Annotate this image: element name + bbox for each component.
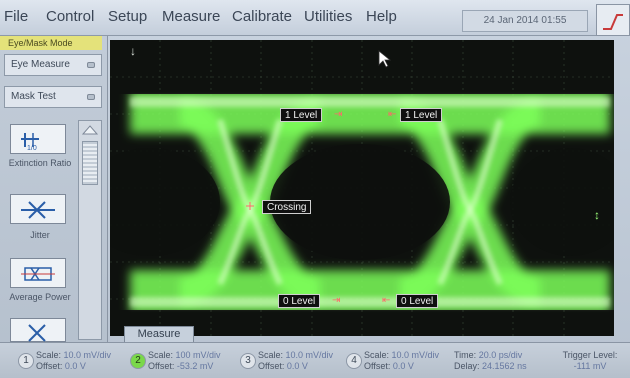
svg-text:1/0: 1/0 bbox=[27, 145, 37, 151]
channel-4-scale: 10.0 mV/div bbox=[391, 350, 440, 360]
menu-bar: File Control Setup Measure Calibrate Uti… bbox=[0, 0, 630, 36]
eye-mask-mode-tab[interactable]: Eye/Mask Mode bbox=[0, 36, 102, 50]
channel-3-badge: 3 bbox=[240, 353, 256, 369]
channel-3-settings[interactable]: 3 Scale: 10.0 mV/div Offset: 0.0 V bbox=[240, 347, 350, 375]
jitter-label: Jitter bbox=[30, 230, 50, 240]
channel-2-badge: 2 bbox=[130, 353, 146, 369]
indicator-led-icon bbox=[87, 62, 95, 68]
average-power-icon bbox=[21, 267, 55, 281]
waveform-shortcut-button[interactable] bbox=[596, 4, 630, 36]
measure-tab[interactable]: Measure bbox=[124, 326, 194, 342]
marker-arrow-icon: ⇤ bbox=[382, 295, 391, 306]
one-level-marker-left: 1 Level bbox=[280, 108, 323, 122]
eye-measure-label: Eye Measure bbox=[11, 59, 70, 70]
mouse-pointer-icon bbox=[378, 50, 392, 68]
jitter-button[interactable] bbox=[10, 194, 66, 224]
jitter-icon bbox=[21, 201, 55, 219]
eye-measurement-button[interactable] bbox=[10, 318, 66, 342]
mask-test-label: Mask Test bbox=[11, 91, 56, 102]
trigger-level-label: Trigger Level: bbox=[562, 350, 618, 360]
extinction-ratio-button[interactable]: 1/0 bbox=[10, 124, 66, 154]
delay-value: 24.1562 ns bbox=[482, 361, 527, 371]
channel-4-badge: 4 bbox=[346, 353, 362, 369]
menu-measure[interactable]: Measure bbox=[162, 8, 220, 25]
mask-test-button[interactable]: Mask Test bbox=[4, 86, 102, 108]
channel-1-offset: 0.0 V bbox=[64, 361, 86, 371]
scale-label: Scale: bbox=[258, 350, 284, 360]
scroll-thumb[interactable] bbox=[82, 141, 98, 185]
trigger-level-icon: ↕ bbox=[594, 208, 600, 222]
marker-arrow-icon: ⇤ bbox=[388, 109, 397, 120]
left-panel: Eye/Mask Mode Eye Measure Mask Test 1/0 … bbox=[0, 36, 108, 342]
channel-2-offset: -53.2 mV bbox=[176, 361, 214, 371]
zero-level-marker-left: 0 Level bbox=[278, 294, 321, 308]
offset-label: Offset: bbox=[258, 361, 285, 371]
offset-label: Offset: bbox=[364, 361, 391, 371]
menu-utilities[interactable]: Utilities bbox=[304, 8, 352, 25]
channel-1-settings[interactable]: 1 Scale: 10.0 mV/div Offset: 0.0 V bbox=[18, 347, 128, 375]
channel-1-badge: 1 bbox=[18, 353, 34, 369]
time-label: Time: bbox=[454, 350, 477, 360]
scroll-up-icon[interactable] bbox=[81, 123, 99, 137]
channel-4-settings[interactable]: 4 Scale: 10.0 mV/div Offset: 0.0 V bbox=[346, 347, 456, 375]
trigger-settings[interactable]: Trigger Level: -111 mV bbox=[554, 350, 626, 372]
channel-4-offset: 0.0 V bbox=[392, 361, 414, 371]
eye-diagram bbox=[110, 40, 614, 336]
channel-1-scale: 10.0 mV/div bbox=[63, 350, 112, 360]
average-power-label: Average Power bbox=[9, 292, 71, 302]
delay-label: Delay: bbox=[454, 361, 480, 371]
crossing-marker: Crossing bbox=[262, 200, 312, 214]
scale-label: Scale: bbox=[36, 350, 62, 360]
status-bar: 1 Scale: 10.0 mV/div Offset: 0.0 V 2 Sca… bbox=[0, 342, 630, 378]
menu-file[interactable]: File bbox=[4, 8, 28, 25]
average-power-button[interactable] bbox=[10, 258, 66, 288]
scale-label: Scale: bbox=[148, 350, 174, 360]
offset-label: Offset: bbox=[148, 361, 175, 371]
time-value: 20.0 ps/div bbox=[478, 350, 523, 360]
eye-measure-button[interactable]: Eye Measure bbox=[4, 54, 102, 76]
oscilloscope-screen: File Control Setup Measure Calibrate Uti… bbox=[0, 0, 630, 378]
trigger-level-value: -111 mV bbox=[573, 361, 607, 371]
one-level-marker-right: 1 Level bbox=[400, 108, 443, 122]
marker-arrow-icon: ⇥ bbox=[332, 295, 341, 306]
channel-3-scale: 10.0 mV/div bbox=[285, 350, 334, 360]
marker-arrow-icon: ⇥ bbox=[334, 109, 343, 120]
timebase-settings[interactable]: Time: 20.0 ps/div Delay: 24.1562 ns bbox=[454, 350, 527, 372]
channel-2-scale: 100 mV/div bbox=[175, 350, 221, 360]
menu-control[interactable]: Control bbox=[46, 8, 94, 25]
zero-level-marker-right: 0 Level bbox=[396, 294, 439, 308]
measurement-scrollbar[interactable] bbox=[78, 120, 102, 340]
eye-measure-icon bbox=[28, 324, 46, 342]
offset-label: Offset: bbox=[36, 361, 63, 371]
menu-calibrate[interactable]: Calibrate bbox=[232, 8, 292, 25]
indicator-led-icon bbox=[87, 94, 95, 100]
menu-setup[interactable]: Setup bbox=[108, 8, 147, 25]
extinction-ratio-label: Extinction Ratio bbox=[8, 158, 72, 168]
scale-label: Scale: bbox=[364, 350, 390, 360]
channel-3-offset: 0.0 V bbox=[286, 361, 308, 371]
date-time-display: 24 Jan 2014 01:55 bbox=[462, 10, 588, 32]
trigger-position-marker-icon: ↓ bbox=[130, 44, 136, 58]
channel-2-settings[interactable]: 2 Scale: 100 mV/div Offset: -53.2 mV bbox=[130, 347, 240, 375]
waveform-display: ↓ 1 Level ⇥ ⇤ 1 Level Crossing 0 Level ⇥… bbox=[110, 40, 614, 336]
waveform-icon bbox=[603, 14, 623, 30]
extinction-ratio-icon: 1/0 bbox=[21, 133, 39, 151]
menu-help[interactable]: Help bbox=[366, 8, 397, 25]
